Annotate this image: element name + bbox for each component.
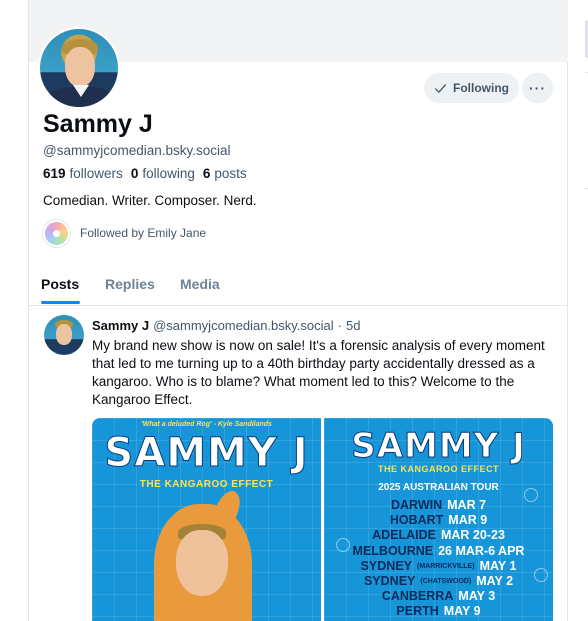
tour-date: 26 MAR-6 APR (438, 543, 525, 558)
tour-date: MAY 9 (443, 604, 481, 619)
post-text: My brand new show is now on sale! It's a… (92, 338, 545, 407)
posts-count: 6 (202, 166, 211, 181)
posts-label: posts (214, 166, 247, 181)
post-author-handle[interactable]: @sammyjcomedian.bsky.social (153, 318, 334, 333)
profile-handle: @sammyjcomedian.bsky.social (43, 143, 231, 158)
tour-city: CANBERRA (381, 589, 454, 604)
tab-media[interactable]: Media (180, 276, 220, 292)
follower-avatar[interactable] (43, 220, 70, 247)
tour-date: MAY 2 (476, 574, 514, 589)
tour-date: MAY 3 (458, 589, 496, 604)
followed-by-text[interactable]: Followed by Emily Jane (80, 226, 206, 240)
tour-date: MAR 7 (447, 498, 487, 512)
poster-title: SAMMY J (351, 426, 526, 467)
profile-bio: Comedian. Writer. Composer. Nerd. (43, 193, 257, 208)
poster-quote: 'What a deluded Rog' - Kyle Sandilands (141, 421, 272, 428)
avatar-face (65, 47, 95, 87)
tour-date-row: CANBERRA MAY 3 (332, 589, 545, 604)
tour-date: MAR 9 (448, 513, 488, 528)
followers-count: 619 (43, 166, 66, 181)
post-header: Sammy J @sammyjcomedian.bsky.social · 5d (92, 318, 360, 333)
tour-city: MELBOURNE (352, 543, 434, 558)
followers-label: followers (69, 166, 123, 181)
following-count: 0 (130, 166, 139, 181)
display-name: Sammy J (43, 110, 153, 138)
tour-date-row: ADELAIDE MAR 20-23 (332, 528, 545, 543)
post-author-avatar[interactable] (44, 315, 84, 355)
tab-replies[interactable]: Replies (105, 276, 155, 292)
tour-heading: 2025 AUSTRALIAN TOUR (378, 482, 499, 493)
tour-city: SYDNEY (360, 558, 412, 573)
tour-date-row: PERTH MAY 9 (332, 604, 545, 619)
post-meta-separator: · (337, 318, 343, 333)
tab-posts[interactable]: Posts (41, 276, 79, 292)
active-tab-indicator (41, 301, 80, 304)
tour-date-row: HOBART MAR 9 (332, 513, 545, 528)
following-button-label: Following (453, 81, 509, 95)
poster-image-2[interactable]: SAMMY J THE KANGAROO EFFECT 2025 AUSTRAL… (324, 418, 553, 621)
tour-venue-note: (CHATSWOOD) (420, 578, 472, 586)
following-button[interactable]: Following (424, 73, 519, 103)
tour-date-row: SYDNEY (MARRICKVILLE) MAY 1 (332, 559, 545, 574)
tour-date-row: DARWIN MAR 7 (332, 498, 545, 513)
posts-stat: 6 posts (203, 166, 247, 181)
post-media: 'What a deluded Rog' - Kyle Sandilands S… (92, 418, 553, 621)
post-author-name[interactable]: Sammy J (92, 318, 149, 333)
tour-city: DARWIN (390, 498, 443, 512)
figure-face (176, 530, 228, 596)
tour-date: MAY 1 (479, 558, 517, 573)
post-timestamp[interactable]: 5d (346, 318, 360, 333)
profile-avatar[interactable] (38, 27, 120, 109)
avatar-face (56, 324, 72, 345)
following-label: following (142, 166, 195, 181)
poster-title: SAMMY J (104, 430, 309, 477)
tour-city: HOBART (389, 513, 444, 528)
checkmark-icon (434, 83, 447, 93)
more-options-button[interactable]: ··· (522, 73, 553, 103)
tour-venue-note: (MARRICKVILLE) (417, 562, 475, 570)
tour-date: MAR 20-23 (440, 528, 505, 543)
tour-city: SYDNEY (363, 574, 416, 589)
profile-stats: 619 followers 0 following 6 posts (43, 166, 247, 181)
tour-date-row: MELBOURNE 26 MAR-6 APR (332, 544, 545, 559)
tour-date-row: SYDNEY (CHATSWOOD) MAY 2 (332, 574, 545, 589)
profile-tabs: Posts Replies Media (29, 268, 568, 306)
followers-link[interactable]: 619 followers (43, 166, 123, 181)
tour-city: PERTH (396, 604, 439, 619)
kangaroo-costume-figure (154, 487, 252, 621)
poster-image-1[interactable]: 'What a deluded Rog' - Kyle Sandilands S… (92, 418, 321, 621)
following-link[interactable]: 0 following (131, 166, 195, 181)
poster-subtitle: THE KANGAROO EFFECT (378, 464, 499, 474)
tour-city: ADELAIDE (372, 528, 436, 543)
ellipsis-icon: ··· (529, 80, 546, 96)
poster-subtitle: THE KANGAROO EFFECT (139, 479, 274, 490)
tour-dates-list: DARWIN MAR 7 HOBART MAR 9 ADELAIDE MAR 20-23 M… (332, 498, 545, 621)
